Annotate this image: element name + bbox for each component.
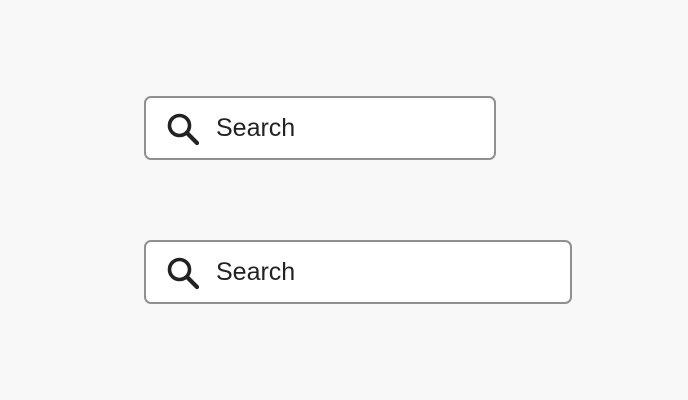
search-input[interactable]: [216, 242, 558, 302]
search-icon: [167, 113, 200, 146]
search-icon: [167, 257, 200, 290]
search-field-large[interactable]: [144, 240, 572, 304]
search-field-small[interactable]: [144, 96, 496, 160]
search-input[interactable]: [216, 98, 482, 158]
